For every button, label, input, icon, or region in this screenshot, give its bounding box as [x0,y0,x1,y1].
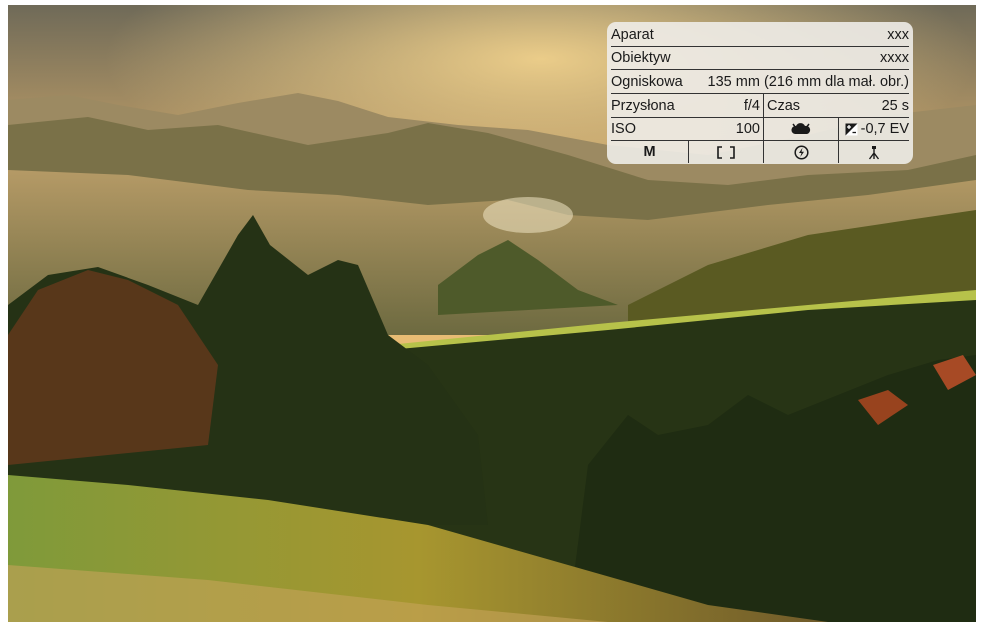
cloudy-wb-icon [791,122,811,136]
exif-panel: Aparat xxx Obiektyw xxxx Ogniskowa 135 m… [607,22,913,164]
aperture-value: f/4 [743,97,760,114]
aperture-label: Przysłona [611,97,675,114]
aperture-cell: Przysłona f/4 [611,94,764,117]
stabilization-cell [839,141,909,163]
exposure-compensation-icon [845,123,858,136]
flash-off-icon [793,144,809,160]
exif-row-iso: ISO 100 -0,7 EV [611,118,909,141]
focal-value: 135 mm (216 mm dla mał. obr.) [707,73,909,90]
exif-row-lens: Obiektyw xxxx [611,47,909,70]
focal-label: Ogniskowa [611,73,683,90]
shutter-label: Czas [767,97,801,114]
iso-label: ISO [611,121,636,137]
iso-cell: ISO 100 [611,118,764,140]
exif-row-camera: Aparat xxx [611,24,909,47]
lens-value: xxxx [880,50,909,66]
exif-row-aperture-shutter: Przysłona f/4 Czas 25 s [611,94,909,118]
exif-row-modes: M [611,141,909,163]
exposure-comp-value: -0,7 EV [860,121,909,137]
exif-row-focal: Ogniskowa 135 mm (216 mm dla mał. obr.) [611,70,909,94]
metering-cell [689,141,764,163]
exposure-mode: M [643,144,656,160]
mode-cell: M [611,141,689,163]
iso-value: 100 [735,121,760,137]
shutter-value: 25 s [881,97,909,114]
lens-label: Obiektyw [611,50,671,66]
metering-frame-icon [717,145,735,159]
white-balance-cell [764,118,839,140]
camera-label: Aparat [611,27,654,43]
camera-value: xxx [887,27,909,43]
shutter-cell: Czas 25 s [764,94,909,117]
exposure-comp-cell: -0,7 EV [839,118,909,140]
flash-cell [764,141,839,163]
tripod-icon [868,145,880,160]
